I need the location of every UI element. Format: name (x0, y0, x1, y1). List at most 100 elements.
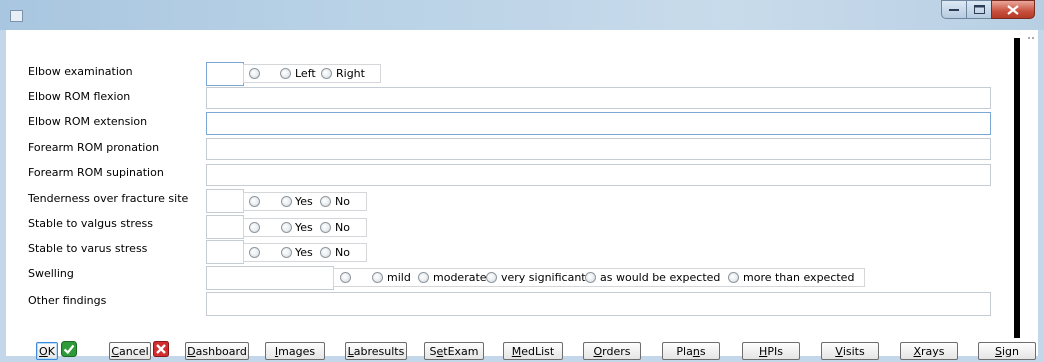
setexam-accel: e (436, 344, 444, 358)
hpis-button[interactable]: H PIs (742, 342, 800, 360)
elbow-side-left-radio[interactable] (280, 68, 291, 79)
plans-post: s (699, 344, 706, 358)
resize-grip-icon (1028, 37, 1034, 39)
valgus-no-label[interactable]: No (335, 221, 350, 234)
varus-yes-radio[interactable] (281, 247, 292, 258)
vertical-divider-bar[interactable] (1014, 38, 1020, 338)
hpis-accel: H (759, 344, 768, 358)
varus-input[interactable] (206, 240, 244, 264)
elbow-side-radio-group: Left Right (243, 64, 381, 83)
cancel-rest: ancel (119, 344, 149, 358)
cancel-x-icon[interactable] (153, 341, 169, 357)
plans-accel: n (692, 344, 700, 358)
valgus-input[interactable] (206, 215, 244, 239)
labresults-rest: abresults (353, 344, 405, 358)
swelling-as-expected-radio[interactable] (585, 272, 596, 283)
valgus-yes-label[interactable]: Yes (295, 221, 313, 234)
varus-no-radio[interactable] (320, 247, 331, 258)
minimize-button[interactable] (941, 0, 967, 19)
varus-blank-radio[interactable] (249, 247, 260, 258)
dashboard-rest: ashboard (195, 344, 247, 358)
images-button[interactable]: Images (265, 342, 325, 360)
swelling-input[interactable] (206, 266, 334, 290)
dashboard-button[interactable]: Dashboard (185, 342, 249, 360)
tenderness-blank-radio[interactable] (249, 196, 260, 207)
label-tenderness: Tenderness over fracture site (28, 192, 189, 205)
swelling-mild-label[interactable]: mild (387, 271, 411, 284)
valgus-no-radio[interactable] (320, 222, 331, 233)
swelling-more-than-expected-label[interactable]: more than expected (743, 271, 854, 284)
swelling-moderate-radio[interactable] (418, 272, 429, 283)
medlist-button[interactable]: MedList (503, 342, 563, 360)
plans-pre: Pla (676, 344, 693, 358)
orders-button[interactable]: Orders (583, 342, 641, 360)
ok-rest: K (47, 344, 55, 358)
forearm-rom-supination-input[interactable] (206, 164, 991, 186)
visits-accel: V (835, 344, 843, 358)
swelling-more-than-expected-radio[interactable] (728, 272, 739, 283)
varus-no-label[interactable]: No (335, 246, 350, 259)
plans-button[interactable]: Pla n s (662, 342, 720, 360)
labresults-button[interactable]: Labresults (345, 342, 407, 360)
tenderness-radio-group: Yes No (243, 192, 367, 211)
elbow-side-blank-radio[interactable] (249, 68, 260, 79)
other-findings-input[interactable] (206, 292, 991, 316)
hpis-rest: PIs (767, 344, 783, 358)
varus-radio-group: Yes No (243, 243, 367, 262)
tenderness-input[interactable] (206, 189, 244, 213)
elbow-examination-input[interactable] (206, 62, 244, 86)
close-button[interactable] (991, 0, 1035, 19)
label-stable-varus: Stable to varus stress (28, 242, 148, 255)
swelling-very-significant-label[interactable]: very significant (501, 271, 586, 284)
minimize-icon (949, 8, 959, 11)
xrays-button[interactable]: Xrays (900, 342, 958, 360)
tenderness-yes-radio[interactable] (281, 196, 292, 207)
xrays-rest: rays (921, 344, 945, 358)
medlist-rest: edList (521, 344, 555, 358)
setexam-button[interactable]: Se tExam (424, 342, 484, 360)
label-elbow-rom-flexion: Elbow ROM flexion (28, 90, 131, 103)
setexam-pre: S (429, 344, 437, 358)
elbow-side-left-label[interactable]: Left (295, 67, 316, 80)
orders-accel: O (593, 344, 603, 358)
swelling-blank-radio[interactable] (340, 272, 351, 283)
elbow-rom-flexion-input[interactable] (206, 87, 991, 109)
swelling-moderate-label[interactable]: moderate (433, 271, 487, 284)
elbow-side-right-label[interactable]: Right (336, 67, 365, 80)
ok-accel: O (39, 344, 48, 358)
visits-rest: isits (842, 344, 865, 358)
label-forearm-rom-pronation: Forearm ROM pronation (28, 141, 160, 154)
close-icon (1007, 4, 1019, 15)
tenderness-no-label[interactable]: No (335, 195, 350, 208)
sign-rest: ign (1001, 344, 1019, 358)
sign-button[interactable]: Sign (978, 342, 1036, 360)
images-rest: mages (278, 344, 316, 358)
dashboard-accel: D (187, 344, 196, 358)
maximize-button[interactable] (966, 0, 992, 19)
xrays-accel: X (913, 344, 922, 358)
label-forearm-rom-supination: Forearm ROM supination (28, 166, 164, 179)
swelling-radio-group: mild moderate very significant as would … (333, 268, 865, 287)
ok-button[interactable]: OK (36, 342, 58, 360)
elbow-side-right-radio[interactable] (321, 68, 332, 79)
label-stable-valgus: Stable to valgus stress (28, 217, 153, 230)
tenderness-yes-label[interactable]: Yes (295, 195, 313, 208)
varus-yes-label[interactable]: Yes (295, 246, 313, 259)
elbow-rom-extension-input[interactable] (206, 112, 991, 135)
valgus-yes-radio[interactable] (281, 222, 292, 233)
swelling-mild-radio[interactable] (372, 272, 383, 283)
swelling-as-expected-label[interactable]: as would be expected (600, 271, 720, 284)
ok-check-icon[interactable] (61, 341, 77, 357)
swelling-very-significant-radio[interactable] (486, 272, 497, 283)
orders-rest: rders (602, 344, 631, 358)
sign-accel: S (995, 344, 1002, 358)
label-elbow-rom-extension: Elbow ROM extension (28, 115, 148, 128)
setexam-post: tExam (443, 344, 479, 358)
forearm-rom-pronation-input[interactable] (206, 138, 991, 160)
cancel-button[interactable]: Cancel (109, 342, 151, 360)
valgus-blank-radio[interactable] (249, 222, 260, 233)
window-icon (10, 10, 23, 22)
medlist-accel: M (511, 344, 522, 358)
tenderness-no-radio[interactable] (320, 196, 331, 207)
visits-button[interactable]: Visits (821, 342, 879, 360)
